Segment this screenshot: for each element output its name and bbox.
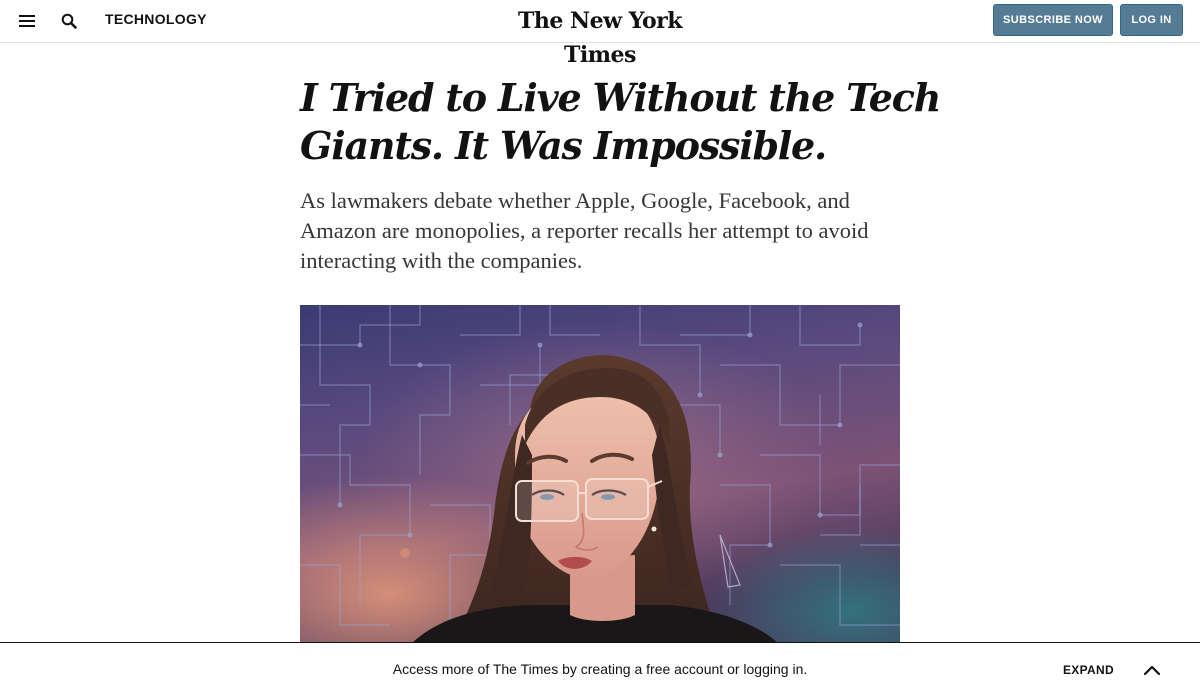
account-prompt-bar: Access more of The Times by creating a f… [0,642,1200,698]
menu-button[interactable] [14,8,40,34]
article-headline: I Tried to Live Without the Tech Giants.… [300,75,941,168]
woman-illustration-image [300,305,900,645]
expand-label: EXPAND [1063,663,1114,677]
account-prompt-message: Access more of The Times by creating a f… [392,661,808,677]
expand-button[interactable]: EXPAND [1050,655,1170,685]
nyt-logo[interactable]: The New York Times [480,4,720,72]
login-button[interactable]: LOG IN [1120,4,1183,36]
subscribe-button[interactable]: SUBSCRIBE NOW [993,4,1113,36]
site-header: TECHNOLOGY The New York Times SUBSCRIBE … [0,0,1200,68]
chevron-up-icon [1143,665,1161,676]
article-hero-illustration [300,305,900,645]
article-summary: As lawmakers debate whether Apple, Googl… [300,188,869,273]
search-icon [61,13,77,29]
search-button[interactable] [56,8,82,34]
section-link-technology[interactable]: TECHNOLOGY [105,11,207,27]
hamburger-menu-icon [19,15,35,27]
